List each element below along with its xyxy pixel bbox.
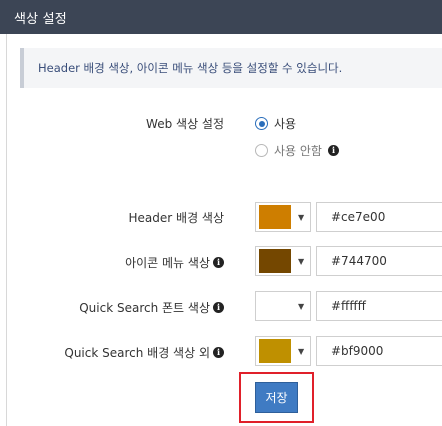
save-button[interactable]: 저장 [255, 382, 298, 413]
quick-search-font-color-swatch[interactable] [259, 294, 291, 318]
icon-menu-color-swatch[interactable] [259, 249, 291, 273]
chevron-down-icon[interactable]: ▼ [298, 213, 304, 222]
info-icon: i [213, 302, 224, 313]
quick-search-font-color-picker[interactable]: ▼ [255, 291, 311, 321]
icon-menu-color-label-text: 아이콘 메뉴 색상 [125, 256, 210, 270]
panel-title: 색상 설정 [14, 11, 67, 27]
icon-menu-color-field[interactable]: #744700 [316, 246, 442, 276]
web-color-label-text: Web 색상 설정 [146, 117, 224, 131]
quick-search-font-color-label-text: Quick Search 폰트 색상 [79, 301, 210, 315]
quick-search-font-color-value: #ffffff [331, 299, 366, 313]
chevron-down-icon[interactable]: ▼ [298, 347, 304, 356]
quick-search-bg-color-picker[interactable]: ▼ [255, 336, 311, 366]
header-bg-color-label-text: Header 배경 색상 [128, 211, 224, 225]
notice-text: Header 배경 색상, 아이콘 메뉴 색상 등을 설정할 수 있습니다. [38, 61, 343, 75]
panel-header: 색상 설정 [0, 0, 442, 34]
quick-search-font-color-field[interactable]: #ffffff [316, 291, 442, 321]
radio-not-use[interactable]: 사용 안함 i [255, 142, 339, 159]
chevron-down-icon[interactable]: ▼ [298, 257, 304, 266]
header-bg-color-label: Header 배경 색상 [129, 209, 224, 226]
radio-not-use-circle[interactable] [255, 144, 268, 157]
radio-use[interactable]: 사용 [255, 115, 296, 132]
info-icon: i [213, 257, 224, 268]
radio-not-use-label: 사용 안함 [274, 144, 322, 158]
info-icon: i [327, 145, 339, 156]
notice-box: Header 배경 색상, 아이콘 메뉴 색상 등을 설정할 수 있습니다. [20, 48, 442, 88]
quick-search-bg-color-field[interactable]: #bf9000 [316, 336, 442, 366]
panel-border [6, 34, 7, 426]
header-bg-color-value: #ce7e00 [331, 210, 386, 224]
info-icon: i [213, 347, 224, 358]
quick-search-bg-color-swatch[interactable] [259, 339, 291, 363]
web-color-label: Web 색상 설정 [146, 115, 224, 132]
header-bg-color-picker[interactable]: ▼ [255, 202, 311, 232]
radio-use-circle[interactable] [255, 117, 268, 130]
icon-menu-color-label: 아이콘 메뉴 색상 i [125, 254, 224, 271]
quick-search-font-color-label: Quick Search 폰트 색상 i [79, 299, 224, 316]
quick-search-bg-color-value: #bf9000 [331, 344, 384, 358]
icon-menu-color-value: #744700 [331, 254, 387, 268]
quick-search-bg-color-label-text: Quick Search 배경 색상 외 [64, 346, 210, 360]
quick-search-bg-color-label: Quick Search 배경 색상 외 i [64, 344, 224, 361]
chevron-down-icon[interactable]: ▼ [298, 302, 304, 311]
header-bg-color-field[interactable]: #ce7e00 [316, 202, 442, 232]
radio-use-label: 사용 [274, 117, 297, 131]
header-bg-color-swatch[interactable] [259, 205, 291, 229]
icon-menu-color-picker[interactable]: ▼ [255, 246, 311, 276]
